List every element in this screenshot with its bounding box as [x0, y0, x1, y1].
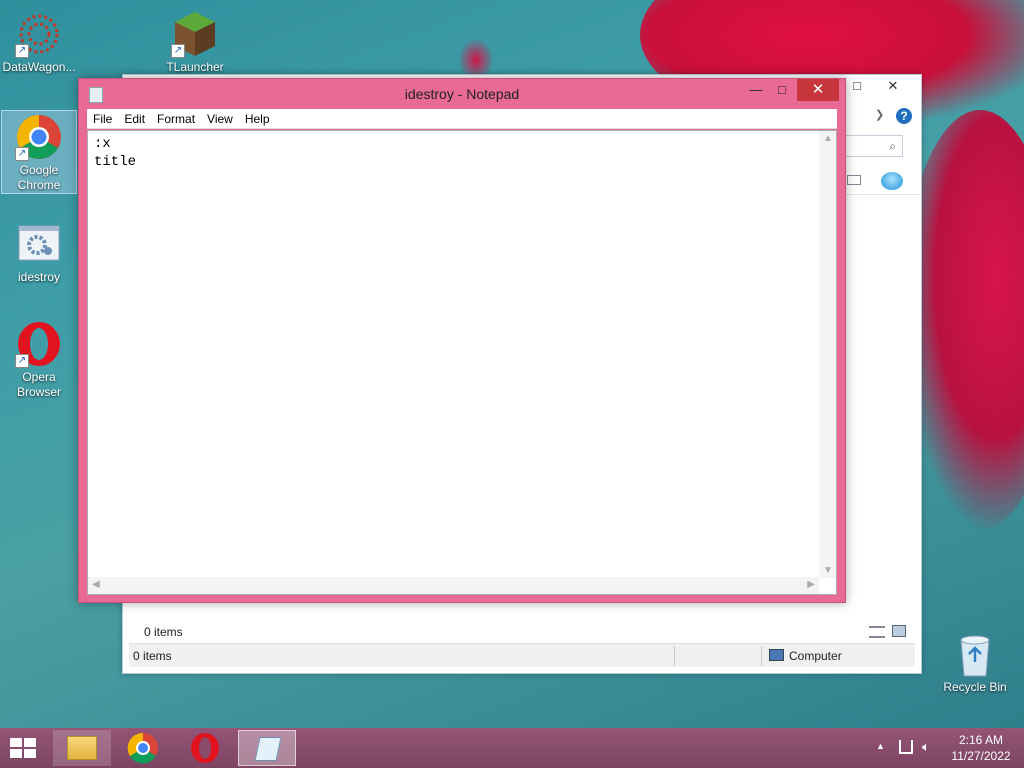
- opera-icon: ↗: [15, 320, 63, 368]
- vertical-scrollbar[interactable]: ▲ ▼: [819, 131, 836, 578]
- minimize-button[interactable]: —: [743, 79, 769, 101]
- datawagon-icon: ↗: [15, 10, 63, 58]
- windows-logo-icon: [10, 738, 36, 758]
- close-button[interactable]: ✕: [797, 79, 839, 101]
- explorer-help-icon[interactable]: ?: [896, 108, 912, 124]
- menu-file[interactable]: File: [87, 109, 118, 129]
- status-location: Computer: [789, 649, 842, 663]
- menu-edit[interactable]: Edit: [118, 109, 151, 129]
- desktop-icon-label: DataWagon...: [2, 60, 76, 74]
- details-view-icon[interactable]: [869, 626, 885, 638]
- volume-icon[interactable]: 🔈︎: [922, 739, 930, 755]
- scroll-up-arrow-icon[interactable]: ▲: [823, 133, 833, 144]
- clock-time: 2:16 AM: [958, 733, 1004, 747]
- batch-file-gear-icon: [15, 220, 63, 268]
- desktop-icon-label: Opera Browser: [16, 370, 61, 399]
- desktop-icon-google-chrome[interactable]: ↗ Google Chrome: [1, 110, 77, 194]
- menu-view[interactable]: View: [201, 109, 239, 129]
- explorer-search-box[interactable]: ⌕: [845, 135, 903, 157]
- notepad-icon: [254, 737, 282, 761]
- window-title: idestroy - Notepad: [404, 86, 520, 102]
- scroll-left-arrow-icon[interactable]: ◀: [92, 579, 100, 590]
- maximize-button[interactable]: □: [769, 79, 795, 101]
- menu-bar: File Edit Format View Help: [87, 109, 837, 129]
- clock-date: 11/27/2022: [951, 749, 1011, 763]
- folder-icon: [67, 736, 97, 760]
- desktop-icon-label: idestroy: [17, 270, 61, 284]
- explorer-close-button[interactable]: ✕: [871, 75, 915, 97]
- desktop-icon-label: Google Chrome: [17, 163, 61, 192]
- desktop-icon-tlauncher[interactable]: ↗ TLauncher: [157, 8, 233, 75]
- chrome-icon: [127, 732, 158, 764]
- text-editor[interactable]: :x title ▲ ▼ ◀ ▶: [87, 130, 837, 595]
- desktop-icon-idestroy[interactable]: idestroy: [1, 218, 77, 285]
- chrome-icon: ↗: [15, 113, 63, 161]
- scroll-right-arrow-icon[interactable]: ▶: [807, 579, 815, 590]
- desktop-icon-opera-browser[interactable]: ↗ Opera Browser: [1, 318, 77, 400]
- shortcut-arrow-icon: ↗: [15, 44, 29, 58]
- status-divider: [761, 646, 762, 666]
- notepad-window[interactable]: idestroy - Notepad — □ ✕ File Edit Format V…: [78, 78, 846, 603]
- explorer-maximize-button[interactable]: □: [845, 75, 869, 97]
- tlauncher-icon: ↗: [171, 10, 219, 58]
- menu-help[interactable]: Help: [239, 109, 276, 129]
- taskbar-google-chrome[interactable]: [114, 730, 172, 766]
- view-options-icon[interactable]: [847, 175, 861, 185]
- desktop-icon-datawagon[interactable]: ↗ DataWagon...: [1, 8, 77, 75]
- taskbar-file-explorer[interactable]: [53, 730, 111, 766]
- start-button[interactable]: [8, 736, 38, 760]
- shortcut-arrow-icon: ↗: [171, 44, 185, 58]
- internet-explorer-icon[interactable]: [881, 172, 903, 190]
- desktop-icon-recycle-bin[interactable]: Recycle Bin: [937, 628, 1013, 695]
- status-divider: [674, 646, 675, 666]
- shortcut-arrow-icon: ↗: [15, 354, 29, 368]
- taskbar-notepad[interactable]: [238, 730, 296, 766]
- taskbar: ▲ 🔈︎ 2:16 AM 11/27/2022: [0, 728, 1024, 768]
- desktop-icon-label: TLauncher: [166, 60, 224, 74]
- recycle-bin-icon: [951, 630, 999, 678]
- explorer-toolbar: [845, 169, 921, 195]
- search-icon: ⌕: [889, 139, 896, 153]
- large-icons-view-icon[interactable]: [892, 625, 906, 637]
- taskbar-opera[interactable]: [176, 730, 234, 766]
- menu-format[interactable]: Format: [151, 109, 201, 129]
- scroll-down-arrow-icon[interactable]: ▼: [823, 565, 833, 576]
- status-items: 0 items: [133, 649, 172, 663]
- computer-icon: [769, 649, 784, 661]
- system-clock[interactable]: 2:16 AM 11/27/2022: [946, 732, 1016, 764]
- editor-content[interactable]: :x title: [94, 135, 136, 171]
- shortcut-arrow-icon: ↗: [15, 147, 29, 161]
- explorer-status-bar: 0 items Computer: [129, 643, 915, 667]
- opera-icon: [191, 733, 219, 763]
- explorer-address-chevron-icon[interactable]: ❯: [875, 108, 884, 121]
- desktop-icon-label: Recycle Bin: [943, 680, 1007, 694]
- desktop: ↗ DataWagon... ↗ TLauncher ↗ Google Chro…: [0, 0, 1024, 728]
- network-icon[interactable]: [899, 740, 913, 754]
- horizontal-scrollbar[interactable]: ◀ ▶: [88, 577, 819, 594]
- explorer-item-count: 0 items: [144, 625, 183, 639]
- show-hidden-icons-icon[interactable]: ▲: [876, 741, 885, 751]
